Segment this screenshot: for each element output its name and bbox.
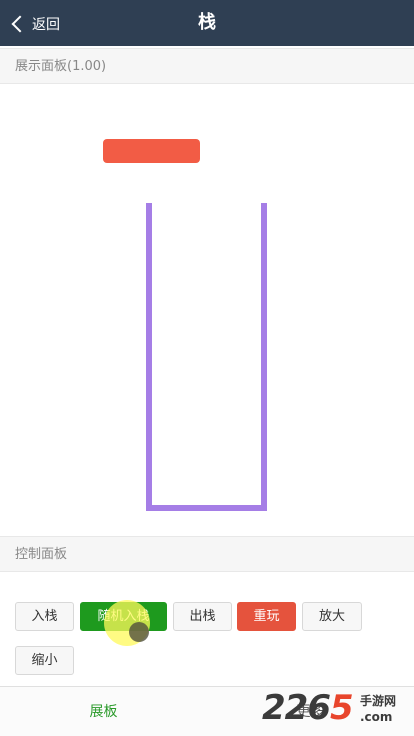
random-push-button[interactable]: 随机入栈 [80,602,167,631]
push-button[interactable]: 入栈 [15,602,74,631]
display-panel [0,84,414,534]
back-label: 返回 [32,17,60,33]
stack-left-wall [146,203,152,511]
control-panel-header: 控制面板 [0,536,414,572]
display-panel-header: 展示面板(1.00) [0,48,414,84]
zoom-in-button[interactable]: 放大 [302,602,362,631]
restart-button[interactable]: 重玩 [237,602,296,631]
pop-button[interactable]: 出栈 [173,602,232,631]
top-navigation-bar: 栈 返回 [0,0,414,46]
chevron-left-icon [11,15,29,33]
stack-bottom-wall [146,505,267,511]
page-title: 栈 [198,12,216,33]
bottom-tab-bar: 展板 更多 [0,686,414,736]
tab-board[interactable]: 展板 [0,687,207,736]
stack-top-pointer [103,139,200,163]
zoom-out-button[interactable]: 缩小 [15,646,74,675]
back-button[interactable]: 返回 [11,10,60,38]
tab-more[interactable]: 更多 [207,687,414,736]
stack-right-wall [261,203,267,511]
